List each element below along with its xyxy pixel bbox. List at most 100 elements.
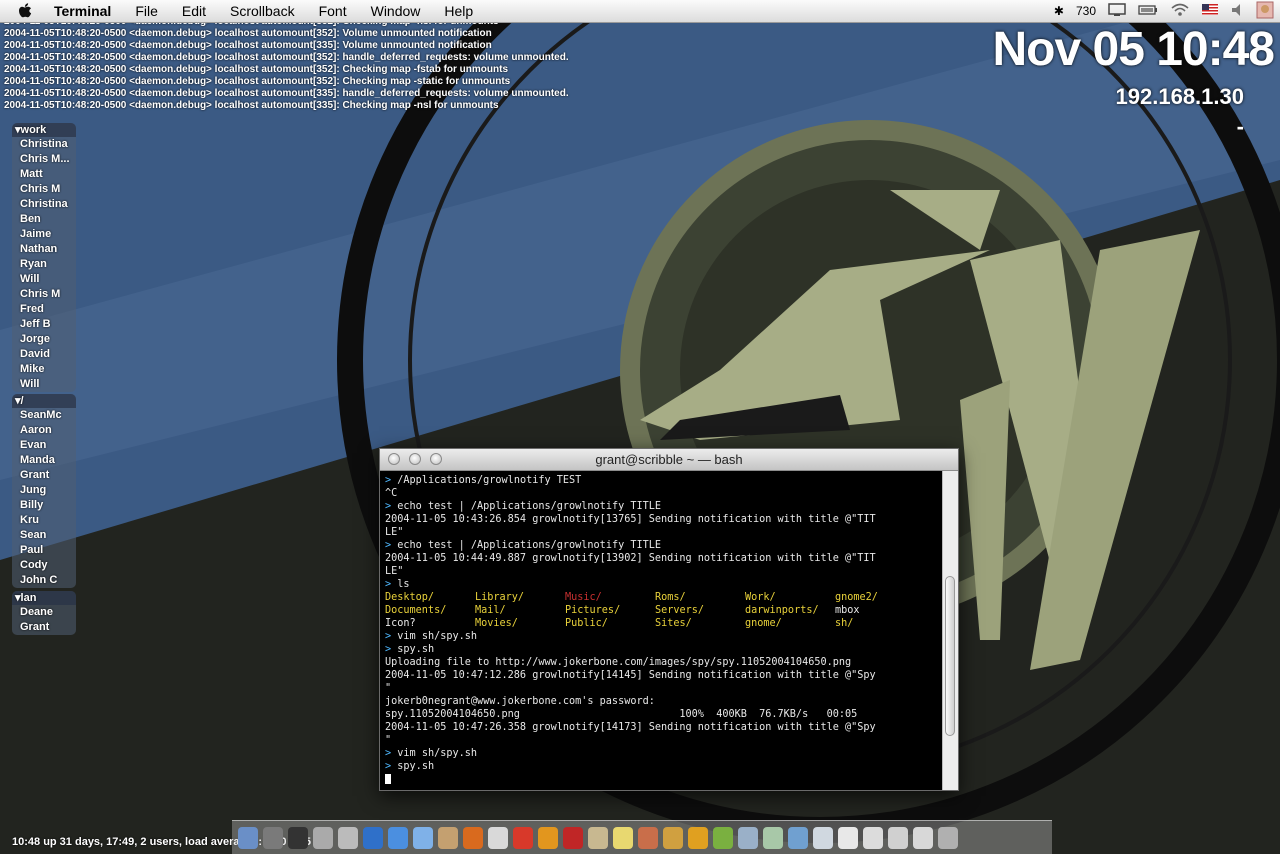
buddy-item[interactable]: Kru <box>12 513 76 528</box>
desktop-clock: Nov 05 10:48 <box>992 23 1275 76</box>
textedit-icon[interactable] <box>838 826 858 849</box>
star-icon[interactable]: ✱ <box>1054 4 1064 18</box>
buddy-item[interactable]: Manda <box>12 453 76 468</box>
terminal-cursor-line[interactable] <box>385 773 942 786</box>
menu-status-text[interactable]: 730 <box>1076 4 1096 18</box>
window3-icon[interactable] <box>913 826 933 849</box>
sign-icon[interactable] <box>688 826 708 849</box>
terminal-command-line: > spy.sh <box>385 644 435 655</box>
terminal-scrollbar[interactable] <box>942 471 958 790</box>
safari-icon[interactable] <box>363 826 383 849</box>
apple-icon[interactable] <box>18 3 40 19</box>
buddy-group-header[interactable]: ▾/ <box>12 394 76 408</box>
buddy-item[interactable]: Christina <box>12 137 76 152</box>
ical-icon[interactable] <box>488 826 508 849</box>
buddy-item[interactable]: David <box>12 347 76 362</box>
menu-scrollback[interactable]: Scrollback <box>230 3 295 19</box>
console-line: 2004-11-05T10:48:20-0500 <daemon.debug> … <box>4 76 511 87</box>
buddy-item[interactable]: John C <box>12 573 76 588</box>
buddy-group-header[interactable]: ▾lan <box>12 591 76 605</box>
menu-window[interactable]: Window <box>371 3 421 19</box>
dvd-icon[interactable] <box>763 826 783 849</box>
zoom-button[interactable] <box>430 453 442 465</box>
buddy-item[interactable]: Deane <box>12 605 76 620</box>
menu-help[interactable]: Help <box>444 3 473 19</box>
minimize-button[interactable] <box>409 453 421 465</box>
console-line: 2004-11-05T10:48:20-0500 <daemon.debug> … <box>4 28 492 39</box>
menu-file[interactable]: File <box>135 3 158 19</box>
buddy-item[interactable]: Mike <box>12 362 76 377</box>
buddy-item[interactable]: Chris M <box>12 287 76 302</box>
terminal-icon[interactable] <box>263 826 283 849</box>
buddy-item[interactable]: SeanMc <box>12 408 76 423</box>
terminal-output-line: 2004-11-05 10:47:12.286 growlnotify[1414… <box>385 670 876 681</box>
terminal-output-line: " <box>385 683 392 694</box>
window2-icon[interactable] <box>888 826 908 849</box>
buddy-item[interactable]: Sean <box>12 528 76 543</box>
network-icon[interactable] <box>338 826 358 849</box>
buddy-item[interactable]: Will <box>12 272 76 287</box>
duck-icon[interactable] <box>663 826 683 849</box>
trash-icon[interactable] <box>938 826 958 849</box>
ls-entry: Roms/ <box>655 592 686 603</box>
buddy-item[interactable]: Ryan <box>12 257 76 272</box>
terminal-window[interactable]: grant@scribble ~ — bash > /Applications/… <box>379 448 959 791</box>
menu-app-terminal[interactable]: Terminal <box>54 3 111 19</box>
tomato-icon[interactable] <box>513 826 533 849</box>
terminal-output[interactable]: > /Applications/growlnotify TEST ^C > echo… <box>380 471 942 790</box>
prompt: > <box>385 761 398 772</box>
desktop: Terminal File Edit Scrollback Font Windo… <box>0 0 1280 854</box>
buddy-item[interactable]: Paul <box>12 543 76 558</box>
firefox-icon[interactable] <box>463 826 483 849</box>
buddy-item[interactable]: Jorge <box>12 332 76 347</box>
app2-icon[interactable] <box>738 826 758 849</box>
preview-icon[interactable] <box>813 826 833 849</box>
app-icon[interactable] <box>638 826 658 849</box>
buddy-item[interactable]: Nathan <box>12 242 76 257</box>
buddy-item[interactable]: Jeff B <box>12 317 76 332</box>
system-preferences-icon[interactable] <box>313 826 333 849</box>
battery-icon[interactable] <box>1138 4 1158 19</box>
frog-icon[interactable] <box>713 826 733 849</box>
window1-icon[interactable] <box>863 826 883 849</box>
buddy-item[interactable]: Grant <box>12 620 76 635</box>
buddy-item[interactable]: Billy <box>12 498 76 513</box>
app3-icon[interactable] <box>788 826 808 849</box>
buddy-item[interactable]: Chris M <box>12 182 76 197</box>
menu-font[interactable]: Font <box>319 3 347 19</box>
prompt: > <box>385 644 398 655</box>
book-icon[interactable] <box>588 826 608 849</box>
buddy-group-header[interactable]: ▾work <box>12 123 76 137</box>
volume-icon[interactable] <box>1230 3 1244 20</box>
menu-edit[interactable]: Edit <box>182 3 206 19</box>
us-flag-icon[interactable] <box>1202 4 1218 18</box>
user-picture-icon[interactable] <box>1256 1 1274 22</box>
buddy-item[interactable]: Grant <box>12 468 76 483</box>
buddy-item[interactable]: Aaron <box>12 423 76 438</box>
scroll-thumb[interactable] <box>945 576 955 736</box>
close-button[interactable] <box>388 453 400 465</box>
adium-icon[interactable] <box>538 826 558 849</box>
buddy-item[interactable]: Christina <box>12 197 76 212</box>
finder-icon[interactable] <box>238 826 258 849</box>
ls-entry: Desktop/ <box>385 592 435 603</box>
prompt: > <box>385 501 398 512</box>
terminal-titlebar[interactable]: grant@scribble ~ — bash <box>380 449 958 471</box>
stickies-icon[interactable] <box>613 826 633 849</box>
buddy-item[interactable]: Ben <box>12 212 76 227</box>
buddy-item[interactable]: Evan <box>12 438 76 453</box>
buddy-item[interactable]: Jaime <box>12 227 76 242</box>
console-icon[interactable] <box>288 826 308 849</box>
wifi-icon[interactable] <box>1170 3 1190 20</box>
buddy-item[interactable]: Cody <box>12 558 76 573</box>
game-icon[interactable] <box>563 826 583 849</box>
display-icon[interactable] <box>1108 2 1126 20</box>
buddy-item[interactable]: Chris M... <box>12 152 76 167</box>
itunes-icon[interactable] <box>413 826 433 849</box>
buddy-item[interactable]: Will <box>12 377 76 392</box>
mail-icon[interactable] <box>388 826 408 849</box>
buddy-item[interactable]: Matt <box>12 167 76 182</box>
buddy-item[interactable]: Jung <box>12 483 76 498</box>
photo-icon[interactable] <box>438 826 458 849</box>
buddy-item[interactable]: Fred <box>12 302 76 317</box>
